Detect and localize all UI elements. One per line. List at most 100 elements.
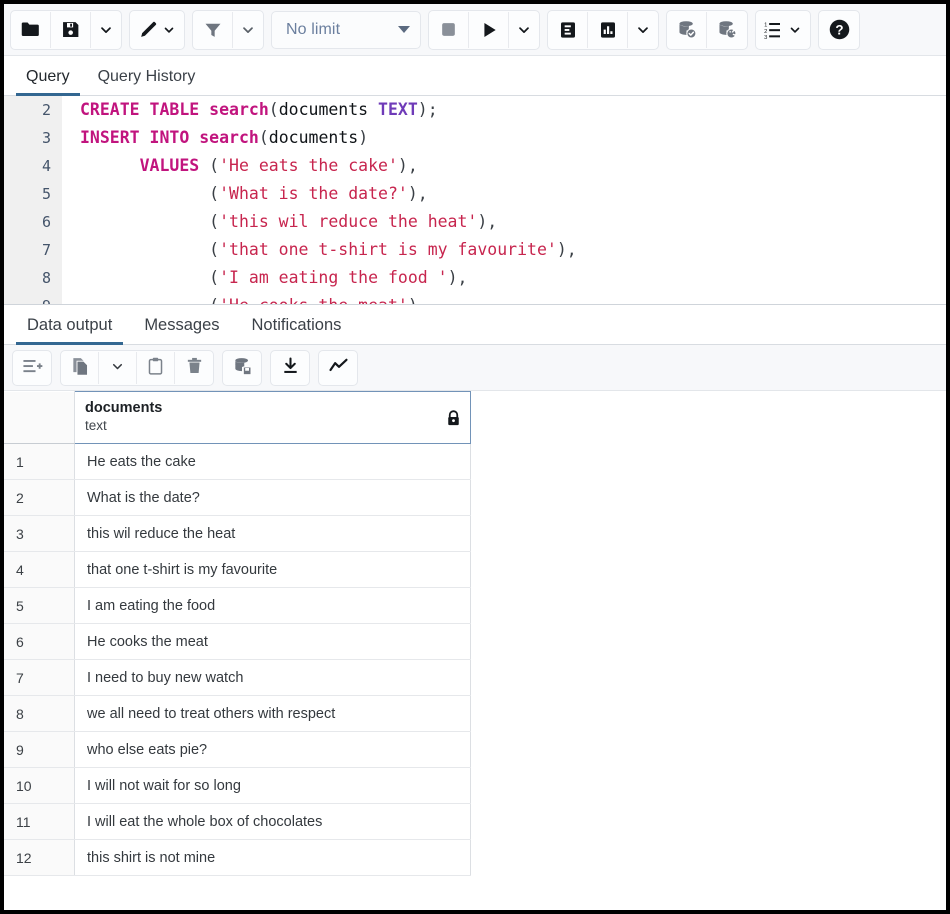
- help-button[interactable]: ?: [819, 12, 859, 48]
- bar-chart-icon: [598, 20, 618, 40]
- macros-button[interactable]: 1 2 3: [756, 12, 810, 48]
- line-number: 3: [4, 124, 62, 152]
- cell-documents[interactable]: I will not wait for so long: [75, 768, 471, 804]
- cell-documents[interactable]: this shirt is not mine: [75, 840, 471, 876]
- column-type: text: [85, 417, 460, 434]
- line-number: 5: [4, 180, 62, 208]
- sql-editor[interactable]: 2CREATE TABLE search(documents TEXT);3IN…: [4, 96, 946, 305]
- tab-messages-label: Messages: [144, 316, 219, 334]
- code-text: ('I am eating the food '),: [62, 264, 467, 292]
- edit-button[interactable]: [130, 12, 184, 48]
- output-tab-strip: Data output Messages Notifications: [4, 305, 946, 345]
- code-line: 3INSERT INTO search(documents): [4, 124, 946, 152]
- code-text: INSERT INTO search(documents): [62, 124, 368, 152]
- add-row-icon: [22, 357, 43, 379]
- lock-icon: [446, 410, 461, 432]
- code-line: 7 ('that one t-shirt is my favourite'),: [4, 236, 946, 264]
- save-options-dropdown[interactable]: [91, 12, 121, 48]
- tab-messages[interactable]: Messages: [131, 310, 232, 344]
- filter-button[interactable]: [193, 12, 233, 48]
- row-number: 3: [4, 516, 75, 552]
- table-row[interactable]: 12this shirt is not mine: [4, 840, 471, 876]
- explain-button[interactable]: [548, 12, 588, 48]
- database-save-icon: [232, 356, 253, 379]
- filter-options-dropdown[interactable]: [233, 12, 263, 48]
- explain-analyze-button[interactable]: [588, 12, 628, 48]
- line-number: 8: [4, 264, 62, 292]
- open-file-button[interactable]: [11, 12, 51, 48]
- play-icon: [479, 20, 499, 40]
- cell-documents[interactable]: who else eats pie?: [75, 732, 471, 768]
- numbered-list-icon: 1 2 3: [764, 20, 786, 40]
- code-line: 6 ('this wil reduce the heat'),: [4, 208, 946, 236]
- tab-query[interactable]: Query: [14, 62, 82, 95]
- table-row[interactable]: 9who else eats pie?: [4, 732, 471, 768]
- copy-group: [60, 350, 214, 386]
- code-text: VALUES ('He eats the cake'),: [62, 152, 418, 180]
- cell-documents[interactable]: we all need to treat others with respect: [75, 696, 471, 732]
- table-row[interactable]: 2What is the date?: [4, 480, 471, 516]
- tab-notifications[interactable]: Notifications: [239, 310, 355, 344]
- help-group: ?: [818, 10, 860, 50]
- row-limit-select[interactable]: No limit: [271, 11, 421, 49]
- edit-group: [129, 10, 185, 50]
- column-header-documents[interactable]: documents text: [75, 392, 471, 444]
- table-row[interactable]: 4that one t-shirt is my favourite: [4, 552, 471, 588]
- delete-row-button[interactable]: [175, 352, 213, 384]
- folder-icon: [20, 19, 41, 40]
- results-grid-wrapper[interactable]: documents text 1He eats the cake2What is…: [4, 391, 946, 901]
- paste-button[interactable]: [137, 352, 175, 384]
- code-text: ('that one t-shirt is my favourite'),: [62, 236, 577, 264]
- macros-group: 1 2 3: [755, 10, 811, 50]
- table-row[interactable]: 1He eats the cake: [4, 444, 471, 480]
- table-row[interactable]: 5I am eating the food: [4, 588, 471, 624]
- table-row[interactable]: 3this wil reduce the heat: [4, 516, 471, 552]
- rollback-button[interactable]: [707, 12, 747, 48]
- cell-documents[interactable]: He cooks the meat: [75, 624, 471, 660]
- table-row[interactable]: 7I need to buy new watch: [4, 660, 471, 696]
- commit-button[interactable]: [667, 12, 707, 48]
- table-row[interactable]: 6He cooks the meat: [4, 624, 471, 660]
- pgadmin-query-tool-window: No limit: [0, 0, 950, 914]
- table-row[interactable]: 8we all need to treat others with respec…: [4, 696, 471, 732]
- download-group: [270, 350, 310, 386]
- copy-button[interactable]: [61, 352, 99, 384]
- tab-query-history[interactable]: Query History: [86, 62, 208, 95]
- tab-data-output[interactable]: Data output: [14, 310, 125, 344]
- tab-notifications-label: Notifications: [252, 316, 342, 334]
- graph-visualiser-button[interactable]: [319, 352, 357, 384]
- execute-button[interactable]: [469, 12, 509, 48]
- code-text: CREATE TABLE search(documents TEXT);: [62, 96, 438, 124]
- cell-documents[interactable]: He eats the cake: [75, 444, 471, 480]
- row-number: 12: [4, 840, 75, 876]
- cell-documents[interactable]: I am eating the food: [75, 588, 471, 624]
- explain-options-dropdown[interactable]: [628, 12, 658, 48]
- stop-icon: [439, 20, 458, 39]
- copy-icon: [70, 356, 90, 379]
- code-line: 4 VALUES ('He eats the cake'),: [4, 152, 946, 180]
- add-row-button[interactable]: [13, 352, 51, 384]
- save-data-changes-button[interactable]: [223, 352, 261, 384]
- stop-button[interactable]: [429, 12, 469, 48]
- download-csv-button[interactable]: [271, 352, 309, 384]
- tab-query-label: Query: [26, 68, 70, 85]
- code-line: 9 ('He cooks the meat'),: [4, 292, 946, 305]
- copy-options-dropdown[interactable]: [99, 352, 137, 384]
- cell-documents[interactable]: I need to buy new watch: [75, 660, 471, 696]
- save-file-button[interactable]: [51, 12, 91, 48]
- execute-options-dropdown[interactable]: [509, 12, 539, 48]
- cell-documents[interactable]: What is the date?: [75, 480, 471, 516]
- tab-query-history-label: Query History: [98, 68, 196, 85]
- trash-icon: [185, 356, 204, 379]
- cell-documents[interactable]: that one t-shirt is my favourite: [75, 552, 471, 588]
- row-number: 10: [4, 768, 75, 804]
- row-number: 8: [4, 696, 75, 732]
- cell-documents[interactable]: this wil reduce the heat: [75, 516, 471, 552]
- pencil-icon: [138, 19, 159, 40]
- cell-documents[interactable]: I will eat the whole box of chocolates: [75, 804, 471, 840]
- add-row-group: [12, 350, 52, 386]
- table-row[interactable]: 10I will not wait for so long: [4, 768, 471, 804]
- row-number: 4: [4, 552, 75, 588]
- line-number: 4: [4, 152, 62, 180]
- table-row[interactable]: 11I will eat the whole box of chocolates: [4, 804, 471, 840]
